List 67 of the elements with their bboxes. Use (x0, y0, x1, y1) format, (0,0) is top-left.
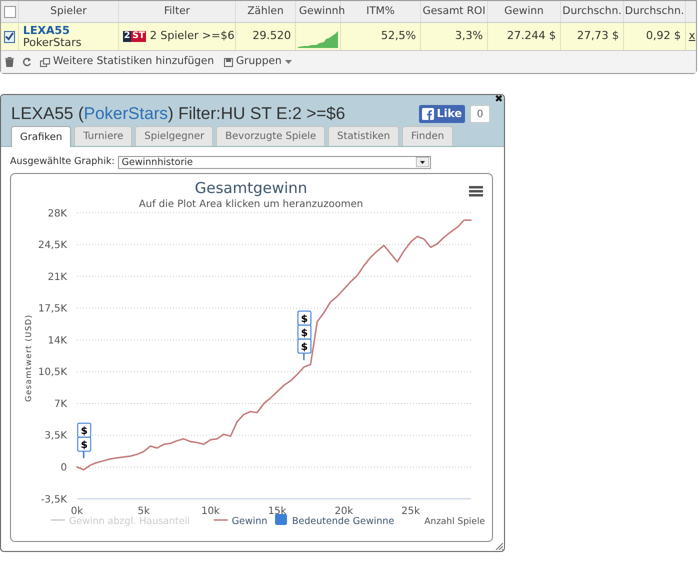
tab[interactable]: Turniere (74, 126, 132, 146)
tab[interactable]: Statistiken (328, 126, 400, 146)
tab[interactable]: Finden (402, 126, 454, 146)
legend-item[interactable]: Bedeutende Gewinne (275, 514, 394, 527)
checkbox[interactable] (4, 30, 15, 42)
y-tick-label: 28K (48, 208, 67, 220)
dialog-title: LEXA55 (PokerStars) Filter:HU ST E:2 >=$6 (11, 103, 346, 125)
x-tick-label: 20k (334, 506, 354, 517)
column-header[interactable]: ITM% (366, 4, 395, 20)
column-header[interactable]: Filter (164, 4, 190, 20)
menu-icon[interactable] (469, 186, 483, 196)
column-header[interactable]: Durchschn. (624, 4, 684, 20)
column-header[interactable]: Zählen (247, 4, 284, 20)
dropdown-arrow-icon (416, 157, 429, 167)
y-tick-label: 14K (48, 335, 67, 346)
table-cell-text: 52,5% (381, 28, 416, 44)
x-tick-label: 25k (401, 506, 420, 517)
table-cell-text: 0,92 $ (646, 28, 681, 44)
column-header[interactable]: Gewinn (504, 4, 544, 20)
table-cell-text: 27.244 $ (507, 28, 556, 44)
x-tick-label: 5k (138, 506, 150, 517)
y-tick-label: 10,5K (38, 367, 67, 378)
facebook-icon (422, 108, 434, 120)
site-name: PokerStars (23, 36, 82, 48)
tab[interactable]: Bevorzugte Spiele (216, 126, 326, 146)
legend-label: Gewinn (232, 516, 268, 527)
table-cell-text: 29.520 (252, 28, 291, 44)
checkbox[interactable] (4, 6, 16, 18)
add-statistics-link[interactable]: Weitere Statistiken hinzufügen (53, 54, 214, 70)
x-tick-label: 10k (201, 506, 220, 517)
graph-dropdown[interactable]: Gewinnhistorie (118, 156, 431, 168)
y-tick-label: 17,5K (38, 304, 67, 315)
player-link[interactable]: LEXA55 (23, 24, 70, 36)
y-tick-label: -3,5K (40, 494, 67, 506)
groups-button[interactable]: Gruppen (224, 54, 292, 70)
chart-title: Gesamtgewinn (194, 179, 308, 197)
y-tick-label: 7K (54, 398, 67, 410)
column-header[interactable]: Durchschn. (562, 4, 622, 20)
close-button[interactable]: ✖ (494, 95, 503, 105)
field-label: Ausgewählte Graphik: (10, 154, 115, 169)
column-header[interactable]: Gewinnh (299, 4, 346, 20)
trash-icon[interactable] (5, 57, 14, 67)
y-tick-label: 24,5K (38, 240, 67, 252)
x-tick-label: 0k (70, 506, 84, 517)
sparkline (298, 30, 338, 48)
x-tick-label: 15k (268, 506, 286, 517)
windows-icon (40, 58, 50, 66)
caret-icon (284, 60, 292, 64)
tab[interactable]: Grafiken (11, 126, 72, 147)
like-button[interactable]: Like (418, 105, 465, 123)
y-tick-label: 21K (48, 272, 67, 283)
remove-link[interactable]: x (688, 28, 696, 45)
tab[interactable]: Spielgegner (135, 126, 214, 146)
y-tick-label: 3,5K (44, 430, 67, 442)
legend-item[interactable]: Gewinn (214, 516, 268, 527)
column-header[interactable]: Spieler (50, 4, 87, 20)
y-axis-label: Gesamtwert (USD) (24, 314, 33, 402)
column-header[interactable]: Gesamt ROI (422, 4, 486, 20)
y-tick-label: 0 (60, 462, 67, 474)
refresh-icon[interactable] (22, 57, 32, 67)
x-axis-label: Anzahl Spiele (424, 517, 485, 527)
chart-subtitle: Auf die Plot Area klicken um heranzuzoomen (138, 199, 364, 210)
filter-text: 2 Spieler >=$6 (150, 28, 234, 44)
table-cell-text: 27,73 $ (577, 28, 619, 44)
resize-handle-icon[interactable] (495, 542, 503, 550)
table-cell-text: 3,3% (455, 28, 483, 44)
like-count: 0 (470, 105, 490, 123)
